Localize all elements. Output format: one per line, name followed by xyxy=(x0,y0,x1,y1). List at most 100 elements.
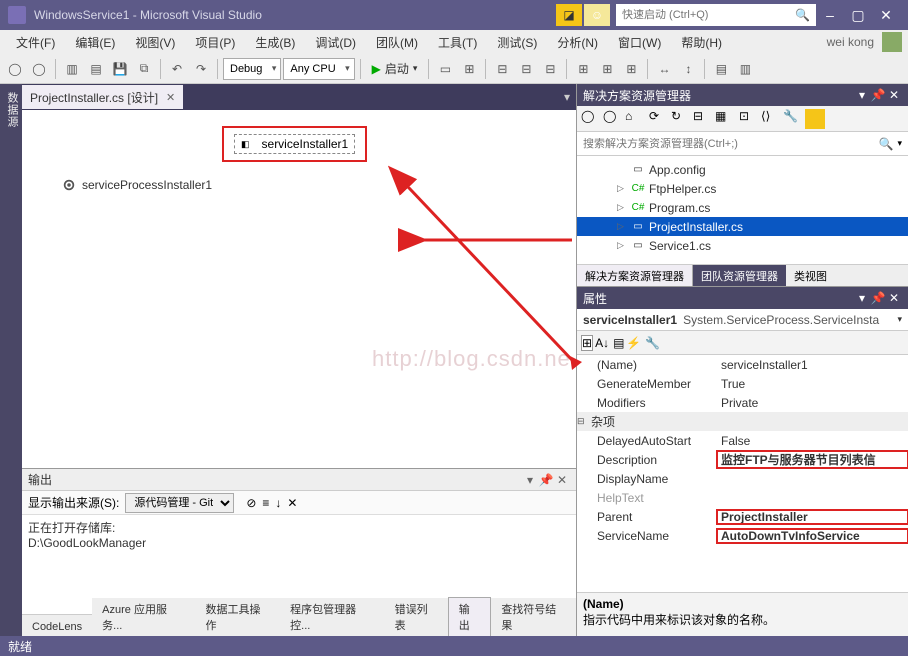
tree-item-program[interactable]: ▷C#Program.cs xyxy=(577,198,908,217)
props-icon[interactable]: ▤ xyxy=(613,336,624,350)
menu-test[interactable]: 测试(S) xyxy=(487,34,547,51)
user-name[interactable]: wei kong xyxy=(827,35,878,49)
align-icon-4[interactable]: ⊞ xyxy=(572,58,594,80)
feedback-icon[interactable]: ☺ xyxy=(584,4,610,26)
btab-data[interactable]: 数据工具操作 xyxy=(195,598,280,636)
sync-icon[interactable]: ⟳ xyxy=(649,109,669,129)
menu-view[interactable]: 视图(V) xyxy=(125,34,185,51)
menu-debug[interactable]: 调试(D) xyxy=(305,34,366,51)
prop-row[interactable]: ModifiersPrivate xyxy=(577,393,908,412)
menu-window[interactable]: 窗口(W) xyxy=(608,34,671,51)
properties-object-selector[interactable]: serviceInstaller1 System.ServiceProcess.… xyxy=(577,309,908,331)
prop-row[interactable]: HelpText xyxy=(577,488,908,507)
pin-icon[interactable]: 📌 xyxy=(870,291,886,305)
menu-project[interactable]: 项目(P) xyxy=(185,34,245,51)
btab-codelens[interactable]: CodeLens xyxy=(22,618,92,636)
tool-icon-1[interactable]: ▭ xyxy=(434,58,456,80)
close-tab-icon[interactable]: ✕ xyxy=(166,91,175,104)
clear-all-icon[interactable]: ✕ xyxy=(287,496,297,510)
tool-icon-2[interactable]: ⊞ xyxy=(458,58,480,80)
maximize-button[interactable]: ▢ xyxy=(844,7,872,24)
goto-icon[interactable]: ↓ xyxy=(275,496,281,510)
sidebar-datasource[interactable]: 数据源 xyxy=(2,84,22,636)
spacing-icon-2[interactable]: ↕ xyxy=(677,58,699,80)
notification-icon[interactable]: ◪ xyxy=(556,4,582,26)
events-icon[interactable]: ⚡ xyxy=(626,336,641,350)
order-icon-1[interactable]: ▤ xyxy=(710,58,732,80)
sidebar-server-explorer[interactable]: 服务器资源管理器 xyxy=(0,84,2,636)
prop-row[interactable]: ParentProjectInstaller xyxy=(577,507,908,526)
btab-errors[interactable]: 错误列表 xyxy=(385,598,448,636)
search-dropdown-icon[interactable]: ▾ xyxy=(897,138,902,149)
wrap-icon[interactable]: ≡ xyxy=(262,496,269,510)
refresh-icon[interactable]: ↻ xyxy=(671,109,691,129)
btab-azure[interactable]: Azure 应用服务... xyxy=(92,598,195,636)
tree-item-ftphelper[interactable]: ▷C#FtpHelper.cs xyxy=(577,179,908,198)
close-panel-icon[interactable]: ✕ xyxy=(554,473,570,487)
open-icon[interactable]: ▤ xyxy=(85,58,107,80)
panel-menu-icon[interactable]: ▾ xyxy=(854,291,870,305)
btab-output[interactable]: 输出 xyxy=(448,597,492,636)
solution-search-input[interactable] xyxy=(583,138,879,150)
tree-item-appconfig[interactable]: ▭App.config xyxy=(577,160,908,179)
panel-menu-icon[interactable]: ▾ xyxy=(522,473,538,487)
sol-tab-classview[interactable]: 类视图 xyxy=(786,265,835,286)
sol-tab-explorer[interactable]: 解决方案资源管理器 xyxy=(577,265,693,286)
save-all-icon[interactable]: ⧉ xyxy=(133,58,155,80)
fwd-icon[interactable]: ◯ xyxy=(603,109,623,129)
user-avatar-icon[interactable] xyxy=(882,32,902,52)
prop-row[interactable]: DelayedAutoStartFalse xyxy=(577,431,908,450)
designer-surface[interactable]: ◧ serviceInstaller1 serviceProcessInstal… xyxy=(22,110,576,468)
minimize-button[interactable]: – xyxy=(816,7,844,23)
prop-row[interactable]: DisplayName xyxy=(577,469,908,488)
pin-icon[interactable]: 📌 xyxy=(538,473,554,487)
close-panel-icon[interactable]: ✕ xyxy=(886,88,902,102)
tree-item-service1[interactable]: ▷▭Service1.cs xyxy=(577,236,908,255)
alphabetical-icon[interactable]: A↓ xyxy=(595,336,609,350)
menu-help[interactable]: 帮助(H) xyxy=(671,34,732,51)
prop-category[interactable]: ⊟杂项 xyxy=(577,412,908,431)
config-dropdown[interactable]: Debug xyxy=(223,58,281,80)
menu-build[interactable]: 生成(B) xyxy=(245,34,305,51)
tab-overflow-icon[interactable]: ▾ xyxy=(558,90,576,104)
wrench-icon[interactable]: 🔧 xyxy=(783,109,803,129)
platform-dropdown[interactable]: Any CPU xyxy=(283,58,354,80)
pin-icon[interactable]: 📌 xyxy=(870,88,886,102)
start-button[interactable]: ▶启动▾ xyxy=(366,60,424,77)
properties-icon[interactable]: ⊡ xyxy=(739,109,759,129)
order-icon-2[interactable]: ▥ xyxy=(734,58,756,80)
component-serviceinstaller1[interactable]: ◧ serviceInstaller1 xyxy=(234,134,355,154)
btab-findsym[interactable]: 查找符号结果 xyxy=(491,598,576,636)
align-icon-1[interactable]: ⊟ xyxy=(491,58,513,80)
tree-item-projectinstaller[interactable]: ▷▭ProjectInstaller.cs xyxy=(577,217,908,236)
close-panel-icon[interactable]: ✕ xyxy=(886,291,902,305)
nav-back-icon[interactable]: ◯ xyxy=(4,58,26,80)
solution-search[interactable]: 🔍 ▾ xyxy=(577,132,908,156)
quick-launch[interactable]: 🔍 xyxy=(616,4,816,26)
prop-row[interactable]: ServiceNameAutoDownTvInfoService xyxy=(577,526,908,545)
redo-icon[interactable]: ↷ xyxy=(190,58,212,80)
align-icon-3[interactable]: ⊟ xyxy=(539,58,561,80)
menu-team[interactable]: 团队(M) xyxy=(366,34,428,51)
quick-launch-input[interactable] xyxy=(622,9,795,21)
nav-fwd-icon[interactable]: ◯ xyxy=(28,58,50,80)
menu-tools[interactable]: 工具(T) xyxy=(428,34,487,51)
sol-tab-team[interactable]: 团队资源管理器 xyxy=(693,265,786,286)
output-source-dropdown[interactable]: 源代码管理 - Git xyxy=(125,493,234,513)
wrench-icon[interactable]: 🔧 xyxy=(645,336,660,350)
close-button[interactable]: ✕ xyxy=(872,7,900,24)
hl-icon[interactable] xyxy=(805,109,825,129)
panel-menu-icon[interactable]: ▾ xyxy=(854,88,870,102)
back-icon[interactable]: ◯ xyxy=(581,109,601,129)
collapse-icon[interactable]: ⊟ xyxy=(693,109,713,129)
doc-tab-projectinstaller[interactable]: ProjectInstaller.cs [设计] ✕ xyxy=(22,85,183,109)
solution-tree[interactable]: ▭App.config ▷C#FtpHelper.cs ▷C#Program.c… xyxy=(577,156,908,264)
undo-icon[interactable]: ↶ xyxy=(166,58,188,80)
categorized-icon[interactable]: ⊞ xyxy=(581,335,593,351)
home-icon[interactable]: ⌂ xyxy=(625,109,645,129)
btab-pkgmgr[interactable]: 程序包管理器控... xyxy=(280,598,384,636)
prop-row[interactable]: Description监控FTP与服务器节目列表信 xyxy=(577,450,908,469)
prop-row[interactable]: GenerateMemberTrue xyxy=(577,374,908,393)
showall-icon[interactable]: ▦ xyxy=(715,109,735,129)
component-serviceprocessinstaller1[interactable]: serviceProcessInstaller1 xyxy=(62,178,212,192)
